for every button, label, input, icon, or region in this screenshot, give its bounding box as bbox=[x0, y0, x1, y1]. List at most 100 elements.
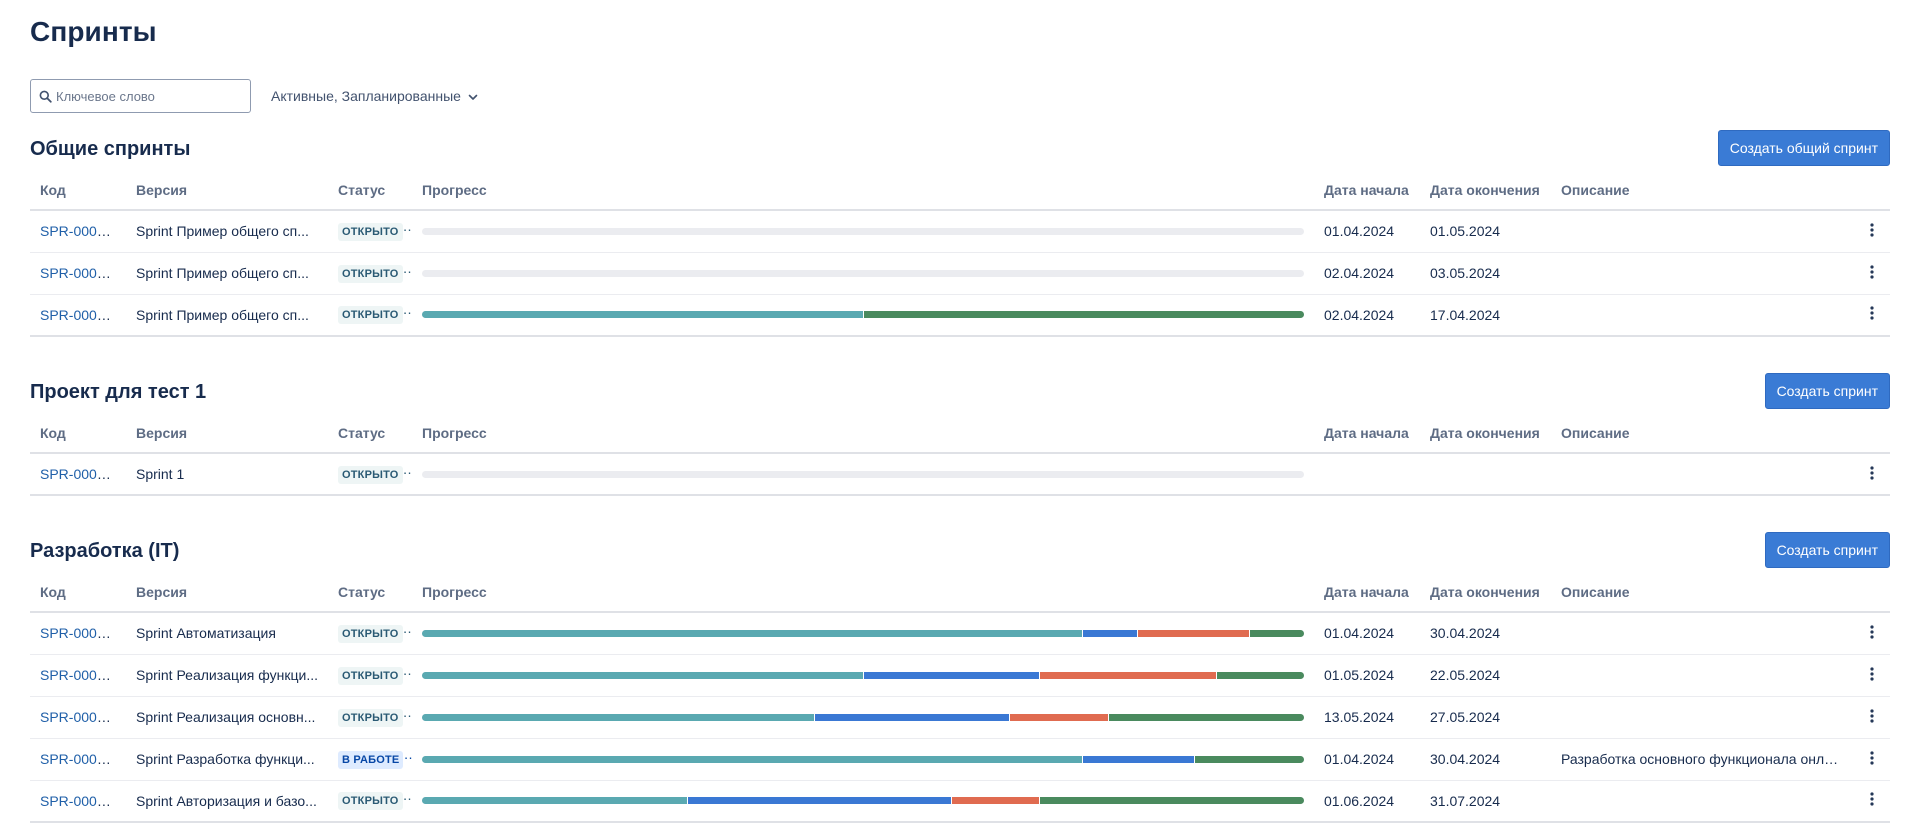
sprint-code-link[interactable]: SPR-000819 bbox=[40, 466, 120, 482]
end-date-cell: 03.05.2024 bbox=[1420, 252, 1551, 295]
more-vertical-icon[interactable] bbox=[1864, 222, 1880, 238]
more-vertical-icon[interactable] bbox=[1864, 791, 1880, 807]
column-header-start: Дата начала bbox=[1314, 413, 1420, 454]
column-header-end: Дата окончения bbox=[1420, 413, 1551, 454]
progress-segment-green bbox=[1249, 629, 1304, 637]
status-cell: ОТКРЫТО bbox=[328, 654, 412, 697]
sprints-table: Код Версия Статус Прогресс Дата начала Дата о… bbox=[30, 170, 1890, 337]
column-header-start: Дата начала bbox=[1314, 170, 1420, 211]
description-cell bbox=[1551, 210, 1850, 253]
progress-segment-green bbox=[1039, 797, 1304, 805]
status-cell: ОТКРЫТО bbox=[328, 252, 412, 295]
version-cell: Sprint Автоматизация bbox=[126, 612, 328, 655]
table-header-row: Код Версия Статус Прогресс Дата начала Дата о… bbox=[30, 170, 1890, 211]
table-row: SPR-000747 Sprint Авторизация и базо... ОТ… bbox=[30, 780, 1890, 823]
start-date-cell: 02.04.2024 bbox=[1314, 252, 1420, 295]
progress-bar bbox=[422, 311, 1304, 319]
code-cell: SPR-000814 bbox=[30, 210, 126, 253]
actions-cell bbox=[1850, 654, 1890, 697]
more-vertical-icon[interactable] bbox=[1864, 750, 1880, 766]
create-sprint-button[interactable]: Создать спринт bbox=[1764, 532, 1890, 568]
column-header-start: Дата начала bbox=[1314, 572, 1420, 613]
start-date-cell: 01.04.2024 bbox=[1314, 738, 1420, 781]
column-header-end: Дата окончения bbox=[1420, 572, 1551, 613]
column-header-code: Код bbox=[30, 413, 126, 454]
status-cell: ОТКРЫТО bbox=[328, 696, 412, 739]
progress-bar bbox=[422, 671, 1304, 679]
search-icon bbox=[39, 90, 52, 103]
column-header-actions bbox=[1850, 572, 1890, 613]
column-header-description: Описание bbox=[1551, 572, 1850, 613]
progress-bar bbox=[422, 269, 1304, 277]
start-date-cell: 01.04.2024 bbox=[1314, 612, 1420, 655]
page-title: Спринты bbox=[30, 16, 157, 47]
more-vertical-icon[interactable] bbox=[1864, 624, 1880, 640]
sprints-table: Код Версия Статус Прогресс Дата начала Дата о… bbox=[30, 413, 1890, 496]
progress-bar bbox=[422, 227, 1304, 235]
column-header-status: Статус bbox=[328, 413, 412, 454]
sprint-code-link[interactable]: SPR-000747 bbox=[40, 793, 120, 809]
sprint-code-link[interactable]: SPR-000798 bbox=[40, 625, 120, 641]
description-cell bbox=[1551, 696, 1850, 739]
version-cell: Sprint Пример общего сп... bbox=[126, 294, 328, 337]
sprint-section: Проект для тест 1 Создать спринт Код Версия… bbox=[30, 373, 1890, 496]
sprint-code-link[interactable]: SPR-000814 bbox=[40, 223, 120, 239]
actions-cell bbox=[1850, 453, 1890, 496]
code-cell: SPR-000819 bbox=[30, 453, 126, 496]
end-date-cell: 17.04.2024 bbox=[1420, 294, 1551, 337]
sprint-code-link[interactable]: SPR-000784 bbox=[40, 265, 120, 281]
table-row: SPR-000764 Sprint Пример общего сп... ОТКР… bbox=[30, 294, 1890, 337]
table-row: SPR-000757 Sprint Разработка функци... В Р… bbox=[30, 738, 1890, 781]
actions-cell bbox=[1850, 696, 1890, 739]
progress-bar bbox=[422, 755, 1304, 763]
create-sprint-button[interactable]: Создать спринт bbox=[1764, 373, 1890, 409]
sprint-code-link[interactable]: SPR-000764 bbox=[40, 307, 120, 323]
status-badge: ОТКРЫТО bbox=[338, 666, 403, 685]
description-cell bbox=[1551, 294, 1850, 337]
actions-cell bbox=[1850, 612, 1890, 655]
progress-segment-green bbox=[863, 311, 1304, 319]
progress-segment-teal bbox=[422, 311, 863, 319]
sprints-page: Спринты Активные, Запланированные Общие … bbox=[0, 0, 1908, 840]
status-cell: ОТКРЫТО bbox=[328, 780, 412, 823]
sprint-code-link[interactable]: SPR-000750 bbox=[40, 667, 120, 683]
progress-bar bbox=[422, 713, 1304, 721]
description-cell bbox=[1551, 252, 1850, 295]
end-date-cell: 30.04.2024 bbox=[1420, 738, 1551, 781]
sprint-code-link[interactable]: SPR-000748 bbox=[40, 709, 120, 725]
progress-bar bbox=[422, 629, 1304, 637]
progress-segment-teal bbox=[422, 671, 863, 679]
description-cell bbox=[1551, 654, 1850, 697]
search-input[interactable] bbox=[56, 88, 236, 104]
more-vertical-icon[interactable] bbox=[1864, 264, 1880, 280]
section-header: Общие спринты Создать общий спринт bbox=[30, 130, 1890, 170]
sprint-section: Разработка (IT) Создать спринт Код Версия Ст… bbox=[30, 532, 1890, 823]
column-header-progress: Прогресс bbox=[412, 572, 1314, 613]
progress-cell bbox=[412, 210, 1314, 253]
status-badge: ОТКРЫТО bbox=[338, 264, 403, 283]
status-badge: ОТКРЫТО bbox=[338, 306, 403, 325]
status-badge: ОТКРЫТО bbox=[338, 792, 403, 811]
more-vertical-icon[interactable] bbox=[1864, 305, 1880, 321]
status-badge: ОТКРЫТО bbox=[338, 708, 403, 727]
progress-cell bbox=[412, 654, 1314, 697]
sprint-code-link[interactable]: SPR-000757 bbox=[40, 751, 120, 767]
actions-cell bbox=[1850, 210, 1890, 253]
end-date-cell: 31.07.2024 bbox=[1420, 780, 1551, 823]
status-filter-dropdown[interactable]: Активные, Запланированные bbox=[271, 88, 479, 104]
code-cell: SPR-000798 bbox=[30, 612, 126, 655]
more-vertical-icon[interactable] bbox=[1864, 708, 1880, 724]
status-cell: ОТКРЫТО bbox=[328, 210, 412, 253]
progress-segment-green bbox=[1193, 755, 1304, 763]
create-sprint-button[interactable]: Создать общий спринт bbox=[1717, 130, 1890, 166]
progress-cell bbox=[412, 252, 1314, 295]
more-vertical-icon[interactable] bbox=[1864, 666, 1880, 682]
search-box[interactable] bbox=[30, 79, 251, 113]
actions-cell bbox=[1850, 252, 1890, 295]
progress-segment-blue bbox=[686, 797, 952, 805]
column-header-version: Версия bbox=[126, 170, 328, 211]
table-row: SPR-000750 Sprint Реализация функци... ОТК… bbox=[30, 654, 1890, 697]
more-vertical-icon[interactable] bbox=[1864, 465, 1880, 481]
status-badge: В РАБОТЕ bbox=[338, 750, 404, 769]
column-header-end: Дата окончения bbox=[1420, 170, 1551, 211]
